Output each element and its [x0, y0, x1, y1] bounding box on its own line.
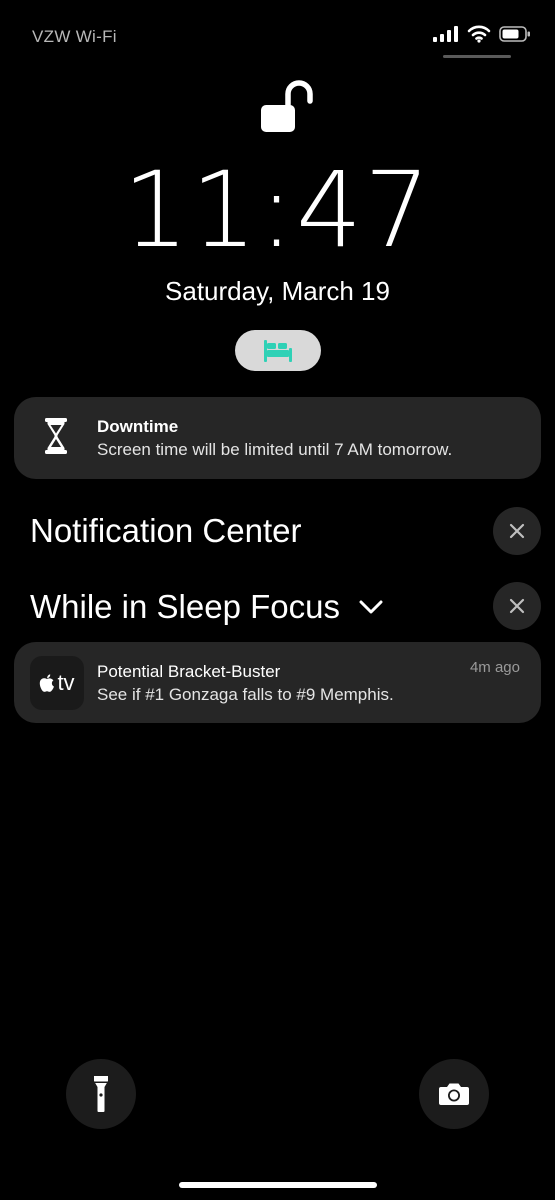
clear-notification-center-button[interactable] — [493, 507, 541, 555]
control-center-indicator[interactable] — [443, 55, 511, 58]
notification-time: 4m ago — [469, 659, 520, 676]
wifi-icon — [467, 25, 491, 43]
home-indicator[interactable] — [179, 1182, 377, 1188]
app-icon-label: tv — [57, 670, 75, 695]
lock-screen-date: Saturday, March 19 — [165, 276, 390, 306]
camera-icon — [439, 1083, 469, 1105]
flashlight-button[interactable] — [66, 1059, 136, 1129]
notification-center-title: Notification Center — [30, 512, 302, 549]
notification-card[interactable]: tv Potential Bracket-Buster See if #1 Go… — [14, 642, 541, 723]
close-icon — [509, 523, 525, 539]
unlocked-padlock-icon — [259, 78, 315, 139]
carrier-label: VZW Wi-Fi — [32, 27, 117, 46]
downtime-banner[interactable]: Downtime Screen time will be limited unt… — [14, 397, 541, 479]
apple-tv-app-icon: tv — [30, 656, 84, 710]
battery-icon — [499, 26, 530, 42]
flashlight-icon — [94, 1076, 108, 1112]
camera-button[interactable] — [419, 1059, 489, 1129]
clear-sleep-focus-button[interactable] — [493, 582, 541, 630]
downtime-message: Screen time will be limited until 7 AM t… — [97, 440, 453, 459]
sleep-focus-button[interactable] — [235, 330, 321, 371]
sleep-focus-title: While in Sleep Focus — [30, 588, 340, 625]
bed-icon — [264, 339, 292, 362]
downtime-title: Downtime — [97, 417, 179, 436]
chevron-down-icon[interactable] — [358, 599, 384, 615]
hourglass-icon — [44, 417, 68, 460]
sleep-focus-header[interactable]: While in Sleep Focus — [30, 588, 384, 626]
cellular-signal-icon — [433, 26, 458, 42]
notification-body: See if #1 Gonzaga falls to #9 Memphis. — [97, 685, 394, 704]
notification-title: Potential Bracket-Buster — [97, 662, 281, 681]
status-icons — [433, 25, 531, 43]
apple-logo-icon — [40, 673, 55, 692]
close-icon — [509, 598, 525, 614]
lock-screen-time: 11:47 — [122, 149, 433, 271]
